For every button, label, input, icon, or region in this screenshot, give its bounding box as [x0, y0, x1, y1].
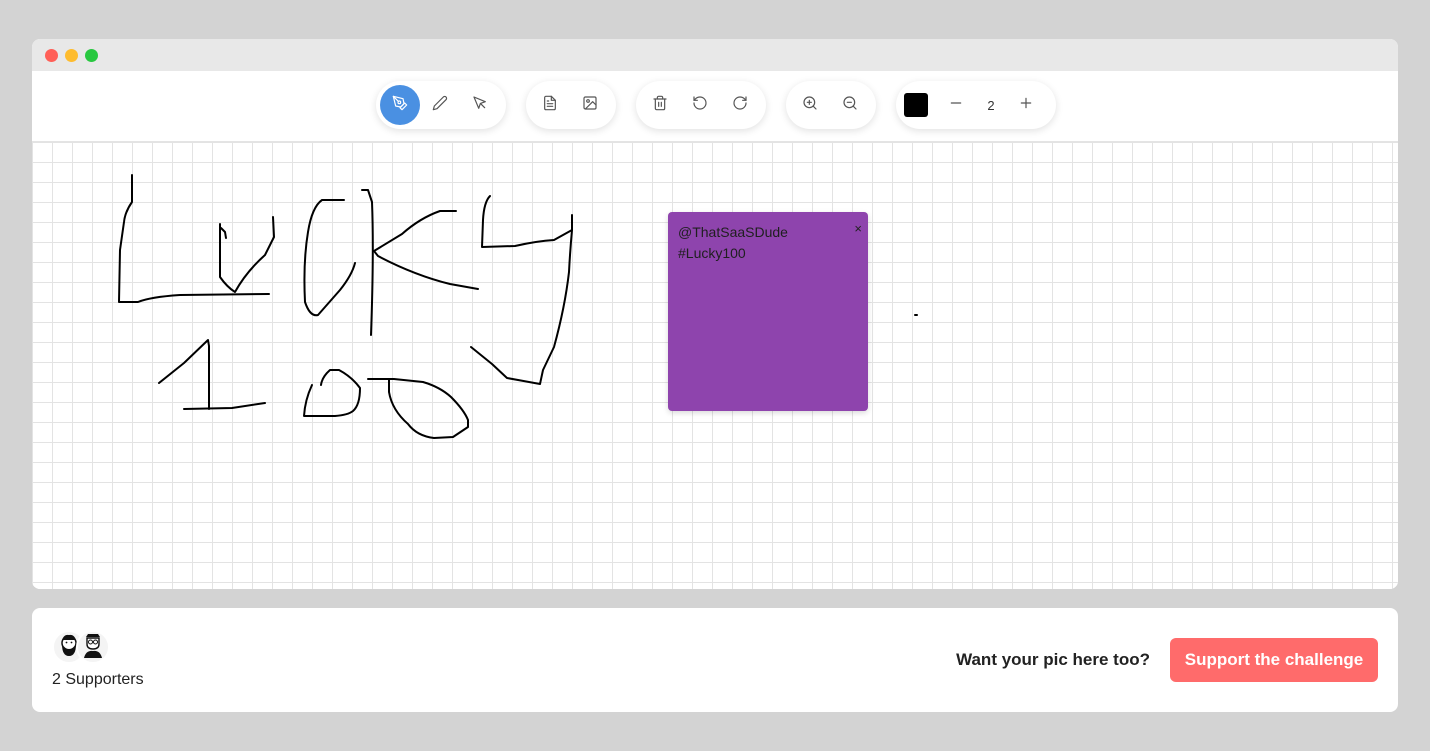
trash-icon: [652, 95, 668, 116]
image-icon: [582, 95, 598, 116]
redo-button[interactable]: [720, 85, 760, 125]
add-note-button[interactable]: [530, 85, 570, 125]
cartoon-face-icon: [80, 632, 106, 662]
undo-button[interactable]: [680, 85, 720, 125]
delete-button[interactable]: [640, 85, 680, 125]
support-challenge-button[interactable]: Support the challenge: [1170, 638, 1378, 682]
note-line-handle: @ThatSaaSDude: [678, 224, 788, 240]
decrease-stroke-button[interactable]: [936, 85, 976, 125]
redo-icon: [732, 95, 748, 116]
supporters-count: 2 Supporters: [52, 671, 144, 688]
zoom-in-icon: [802, 95, 818, 116]
stroke-width-value: 2: [987, 97, 995, 113]
add-image-button[interactable]: [570, 85, 610, 125]
tool-group-draw: [376, 81, 506, 129]
cursor-arrow-icon: [472, 95, 488, 116]
supporter-avatars: [52, 630, 110, 664]
pencil-icon: [432, 95, 448, 116]
undo-icon: [692, 95, 708, 116]
drawing-canvas[interactable]: @ThatSaaSDude #Lucky100 ×: [32, 142, 1398, 589]
pen-nib-icon: [392, 95, 408, 116]
supporters-footer: 2 Supporters Want your pic here too? Sup…: [32, 608, 1398, 712]
zoom-out-button[interactable]: [830, 85, 870, 125]
cta-prompt: Want your pic here too?: [956, 650, 1150, 669]
minus-icon: [948, 95, 964, 116]
tool-group-style: 2: [896, 81, 1056, 129]
pen-tool-button[interactable]: [380, 85, 420, 125]
increase-stroke-button[interactable]: [1006, 85, 1046, 125]
close-window-button[interactable]: [45, 49, 58, 62]
tool-group-history: [636, 81, 766, 129]
close-note-button[interactable]: ×: [854, 218, 862, 239]
document-icon: [542, 95, 558, 116]
tool-group-zoom: [786, 81, 876, 129]
color-swatch[interactable]: [904, 93, 928, 117]
title-bar: [32, 39, 1398, 71]
select-tool-button[interactable]: [460, 85, 500, 125]
tool-group-insert: [526, 81, 616, 129]
minimize-window-button[interactable]: [65, 49, 78, 62]
app-window: 2 @ThatSaaSDude #Lucky100 ×: [32, 39, 1398, 589]
zoom-in-button[interactable]: [790, 85, 830, 125]
note-line-hashtag: #Lucky100: [678, 245, 746, 261]
zoom-out-icon: [842, 95, 858, 116]
plus-icon: [1018, 95, 1034, 116]
avatar[interactable]: [76, 630, 110, 664]
toolbar: 2: [32, 71, 1398, 142]
pencil-tool-button[interactable]: [420, 85, 460, 125]
sticky-note[interactable]: @ThatSaaSDude #Lucky100 ×: [668, 212, 868, 411]
maximize-window-button[interactable]: [85, 49, 98, 62]
